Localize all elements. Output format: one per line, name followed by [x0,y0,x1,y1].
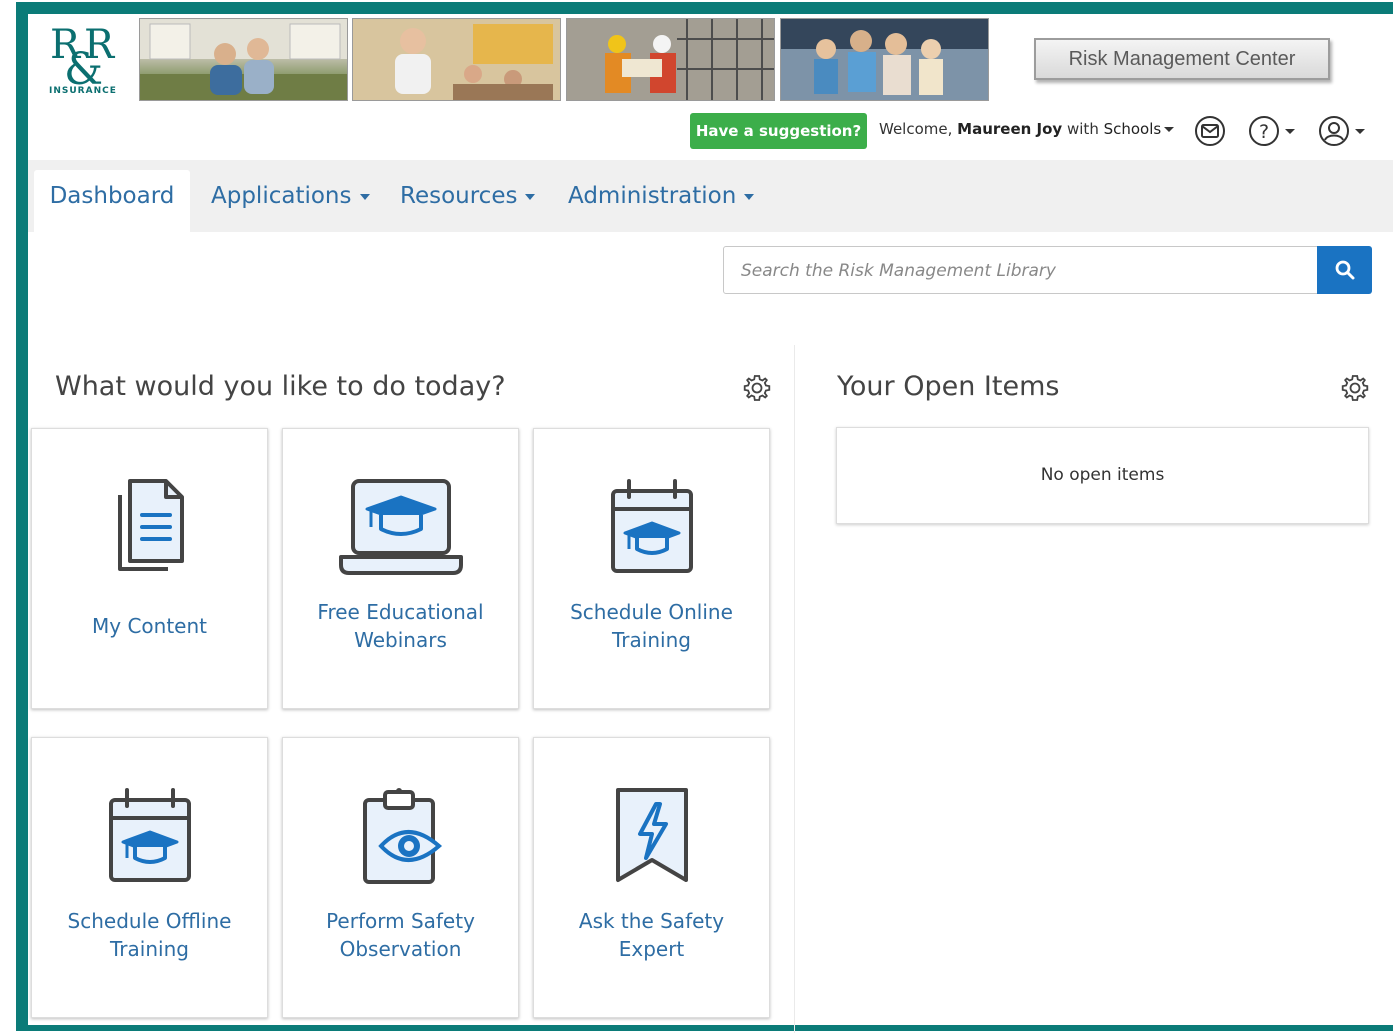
tab-applications[interactable]: Applications [211,170,370,232]
user-name: Maureen Joy [957,120,1063,138]
card-schedule-offline-training[interactable]: Schedule Offline Training [31,737,268,1018]
tab-administration[interactable]: Administration [568,170,755,232]
chevron-down-icon [1355,128,1365,134]
card-label: My Content [92,614,207,638]
welcome-prefix: Welcome, [879,120,953,138]
search-icon [1335,260,1354,280]
card-label: Free Educational Webinars [317,600,484,652]
open-items-title: Your Open Items [837,371,1060,402]
help-icon: ? [1249,116,1279,146]
calendar-graduation-icon [610,479,693,573]
welcome-text: Welcome, Maureen Joy with Schools [879,120,1175,138]
main-nav: Dashboard Applications Resources Adminis… [28,160,1393,232]
card-safety-observation[interactable]: Perform Safety Observation [282,737,519,1018]
card-schedule-online-training[interactable]: Schedule Online Training [533,428,770,709]
suggestion-button[interactable]: Have a suggestion? [690,113,867,149]
open-items-empty-text: No open items [1040,465,1165,485]
user-avatar-icon [1319,116,1349,146]
company-logo[interactable]: R R & INSURANCE [48,20,128,100]
bookmark-bolt-icon [615,788,688,882]
card-label: Ask the Safety Expert [578,909,725,961]
chevron-down-icon [359,193,370,200]
card-label: Perform Safety Observation [326,909,475,961]
messages-button[interactable] [1194,116,1226,146]
card-ask-safety-expert[interactable]: Ask the Safety Expert [533,737,770,1018]
tab-dashboard[interactable]: Dashboard [34,170,190,232]
user-menu[interactable] [1318,116,1365,146]
photo-graphic [353,19,560,100]
photo-graphic [567,19,774,100]
banner-photo-family-home [139,18,348,101]
card-free-webinars[interactable]: Free Educational Webinars [282,428,519,709]
laptop-graduation-icon [338,479,463,575]
card-label: Schedule Online Training [570,600,733,652]
logo-subtext: INSURANCE [49,86,117,96]
chevron-down-icon [1164,127,1175,132]
open-items-panel: No open items [836,427,1369,524]
chevron-down-icon [744,193,755,200]
chevron-down-icon [1285,128,1295,134]
banner-photo-construction [566,18,775,101]
svg-text:?: ? [1259,121,1269,143]
card-label: Schedule Offline Training [67,909,232,961]
gear-icon[interactable] [1340,373,1370,403]
tab-label: Applications [211,183,352,209]
clipboard-eye-icon [362,788,442,884]
banner-photo-classroom [352,18,561,101]
risk-management-center-button[interactable]: Risk Management Center [1034,38,1330,80]
card-my-content[interactable]: My Content [31,428,268,709]
column-divider [794,345,795,1033]
tab-label: Dashboard [49,183,175,209]
help-menu[interactable]: ? [1248,116,1295,146]
chevron-down-icon [525,193,536,200]
library-search-input[interactable]: Search the Risk Management Library [723,246,1318,294]
org-selector[interactable]: Schools [1104,120,1175,138]
document-icon [117,479,184,571]
calendar-graduation-icon [108,788,191,882]
org-name: Schools [1103,120,1162,138]
photo-graphic [781,19,988,100]
gear-icon[interactable] [742,373,772,403]
tab-resources[interactable]: Resources [400,170,536,232]
tab-label: Resources [400,183,518,209]
search-button[interactable] [1317,246,1372,294]
today-section-title: What would you like to do today? [55,371,506,402]
envelope-icon [1195,116,1225,146]
photo-graphic [140,19,347,100]
tab-label: Administration [568,183,737,209]
banner-photo-family-car [780,18,989,101]
with-text: with [1067,120,1099,138]
